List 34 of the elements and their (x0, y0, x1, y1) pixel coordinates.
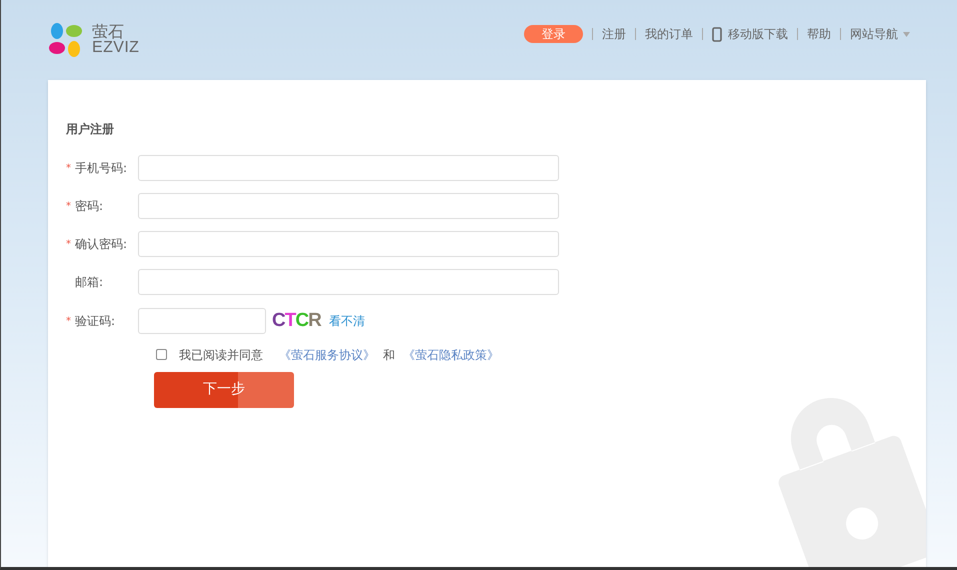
required-mark: * (66, 314, 72, 329)
nav-link[interactable]: 注册 (602, 25, 626, 43)
input-field[interactable] (138, 231, 559, 257)
agreement-text: 我已阅读并同意 (179, 346, 263, 364)
logo-text: 萤石 (92, 24, 125, 40)
logo-icon (48, 22, 84, 58)
agreement-checkbox[interactable] (156, 349, 167, 360)
captcha-image: CTCR (272, 309, 321, 333)
input-field[interactable] (138, 308, 266, 334)
login-button[interactable]: 登录 (524, 25, 583, 43)
logo-subtext: EZVIZ (92, 40, 140, 56)
caret-icon (903, 32, 910, 36)
required-mark: * (66, 200, 72, 214)
form-title: 用户注册 (66, 121, 115, 138)
privacy-policy-link[interactable]: 《萤石隐私政策》 (403, 346, 499, 364)
phone-icon (712, 26, 722, 42)
field-label: 密码: (75, 198, 104, 215)
site-navigation-dropdown[interactable]: 网站导航 (850, 25, 910, 43)
input-field[interactable] (138, 155, 559, 181)
field-label: 邮箱: (75, 274, 104, 291)
field-label: 手机号码: (75, 160, 128, 177)
refresh-captcha-link[interactable]: 看不清 (328, 312, 365, 330)
next-step-button[interactable]: 下一步 (154, 372, 294, 408)
service-agreement-link[interactable]: 《萤石服务协议》 (279, 346, 375, 364)
input-field[interactable] (138, 193, 559, 219)
required-mark: * (66, 238, 72, 252)
nav-link[interactable]: 我的订单 (645, 25, 693, 43)
nav-link[interactable]: 帮助 (807, 25, 831, 43)
field-label: 确认密码: (75, 236, 128, 253)
agreement-conjunction: 和 (383, 346, 395, 364)
input-field[interactable] (138, 269, 559, 295)
field-label: 验证码: (75, 313, 116, 330)
required-mark: * (66, 162, 72, 176)
mobile-download-link[interactable]: 移动版下载 (712, 25, 788, 43)
